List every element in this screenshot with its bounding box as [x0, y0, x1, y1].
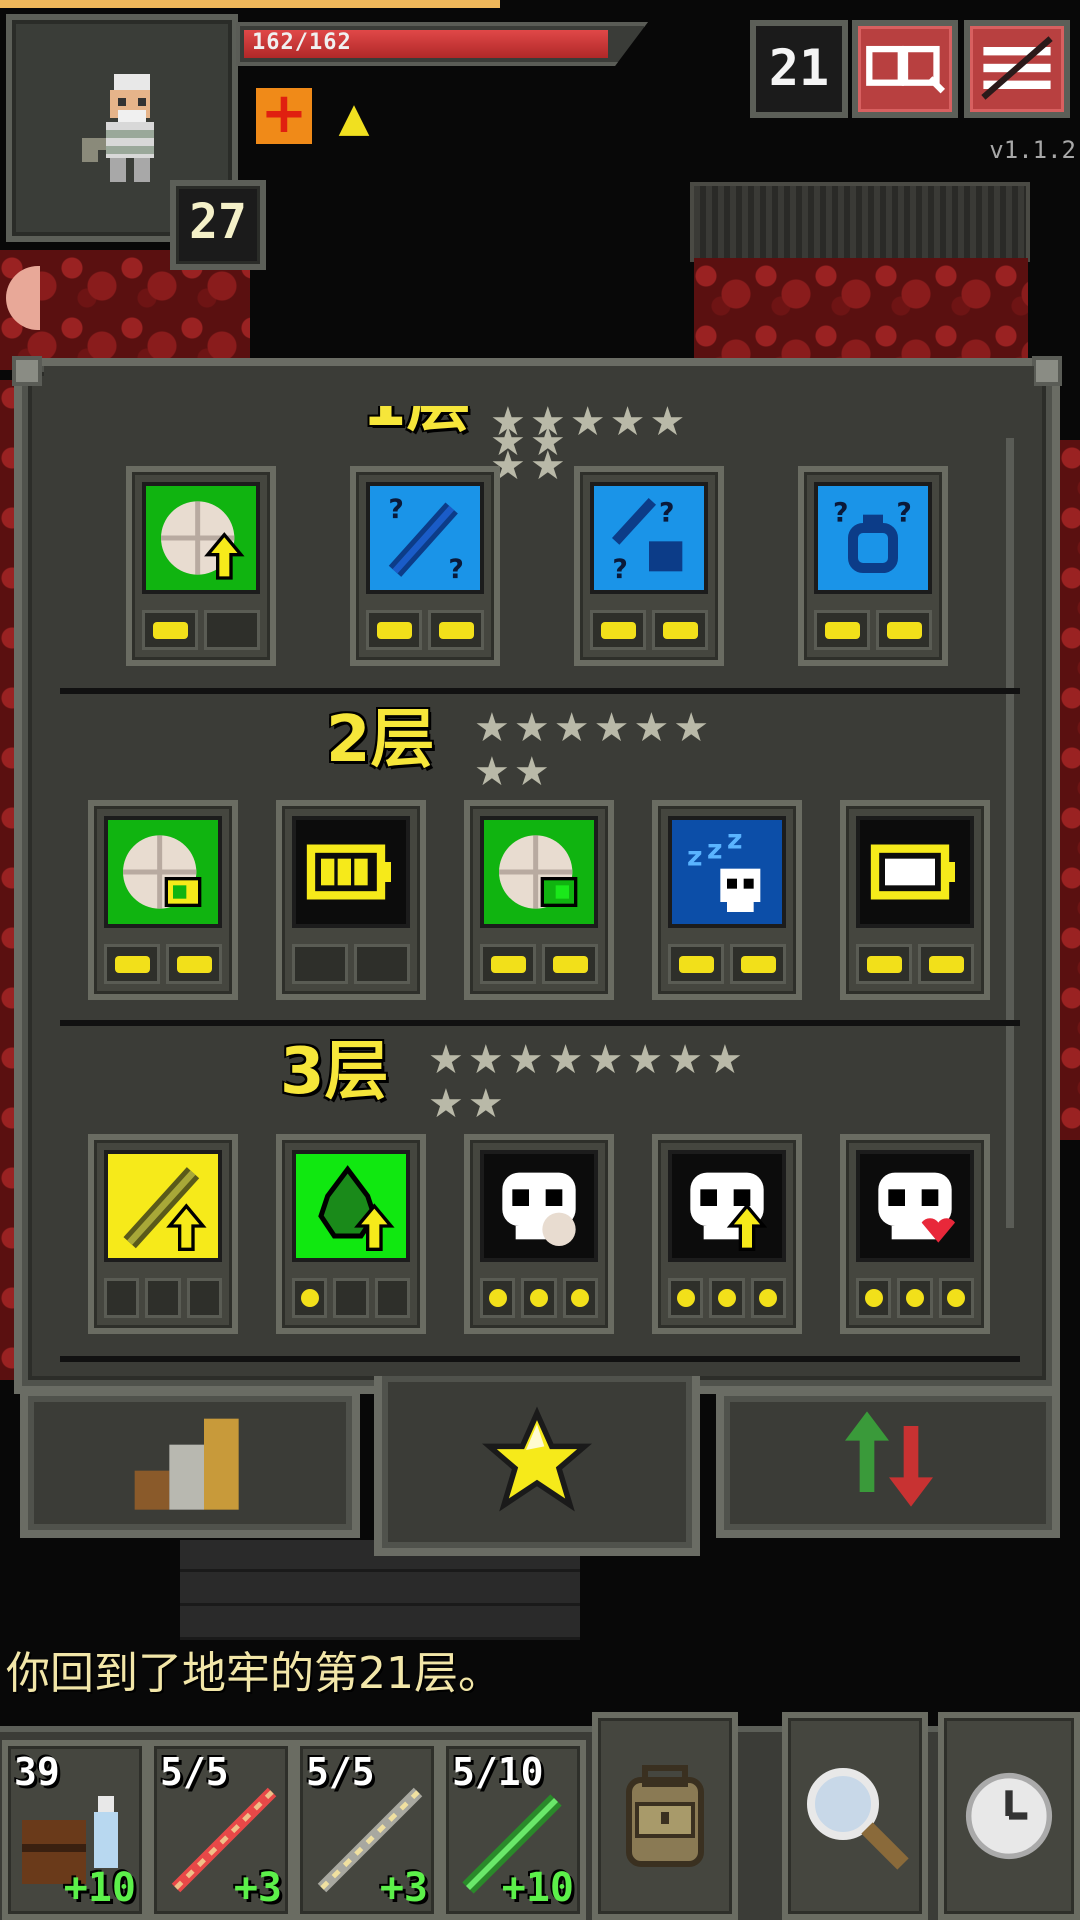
game-log-message: 你回到了地牢的第21层。: [6, 1648, 502, 1699]
health-text: 162/162: [252, 30, 352, 55]
badge-wand-identify[interactable]: ??: [350, 466, 500, 666]
floor-divider: [60, 688, 1020, 694]
backpack-icon: [626, 1765, 704, 1867]
badge-food-2[interactable]: [464, 800, 614, 1000]
search-button[interactable]: [782, 1712, 928, 1920]
wait-button[interactable]: [938, 1712, 1080, 1920]
badge-potion-upgrade[interactable]: [276, 1134, 426, 1334]
food-badge-2-icon: [480, 816, 598, 928]
svg-text:?: ?: [612, 554, 627, 585]
quickslot-3-bonus: +3: [379, 1865, 428, 1911]
badge-skull-heart[interactable]: [840, 1134, 990, 1334]
armor-identify-badge-icon: ??: [590, 482, 708, 594]
experience-progress: [0, 0, 500, 8]
skull-food-badge-icon: [480, 1150, 598, 1262]
quickslot-1[interactable]: 39 +10: [2, 1740, 148, 1920]
floor-2-stars: ★★★★★★ ★★: [474, 705, 714, 795]
health-bar: 162/162: [236, 22, 648, 66]
window-rivet: [1032, 356, 1062, 386]
svg-text:z: z: [687, 841, 703, 872]
svg-text:?: ?: [896, 497, 911, 528]
badge-battery[interactable]: [276, 800, 426, 1000]
clock-icon: [965, 1772, 1053, 1860]
badge-sleep-skull[interactable]: zzz: [652, 800, 802, 1000]
floor-divider: [60, 1356, 1020, 1362]
quickslot-2-bonus: +3: [233, 1865, 282, 1911]
badge-skull-food[interactable]: [464, 1134, 614, 1334]
stats-tab[interactable]: [20, 1388, 360, 1538]
battery-empty-badge-icon: [856, 816, 974, 928]
quickslot-4-bonus: +10: [501, 1865, 574, 1911]
lava-pool-right: [694, 258, 1028, 358]
food-badge-1-icon: [104, 816, 222, 928]
badge-armor-identify[interactable]: ??: [574, 466, 724, 666]
quickslot-2[interactable]: 5/5 +3: [148, 1740, 294, 1920]
badge-ring-identify[interactable]: ??: [798, 466, 948, 666]
ring-identify-badge-icon: ??: [814, 482, 932, 594]
hero-level: 27: [170, 180, 266, 270]
badges-scrollbar[interactable]: [1006, 438, 1014, 1228]
skull-upgrade-badge-icon: [668, 1150, 786, 1262]
quickslot-2-count: 5/5: [160, 1750, 229, 1794]
svg-text:z: z: [707, 835, 723, 866]
svg-text:?: ?: [448, 554, 463, 585]
search-icon: [807, 1768, 909, 1870]
star-icon: [482, 1406, 592, 1512]
rankings-tab[interactable]: [716, 1388, 1060, 1538]
svg-text:?: ?: [659, 497, 674, 528]
quickslot-1-count: 39: [14, 1750, 60, 1794]
quickslot-3[interactable]: 5/5 +3: [294, 1740, 440, 1920]
floor-divider: [60, 1020, 1020, 1026]
up-down-arrows-icon: [845, 1411, 933, 1507]
quickslot-4-count: 5/10: [452, 1750, 544, 1794]
menu-button[interactable]: [964, 20, 1070, 118]
wand-identify-badge-icon: ??: [366, 482, 484, 594]
wand-upgrade-badge-icon: [104, 1150, 222, 1262]
floor-title-3: 3层: [280, 1035, 389, 1109]
explore-badge-icon: [142, 482, 260, 594]
hero-sprite-icon: [82, 74, 154, 182]
battery-badge-icon: [292, 816, 410, 928]
lava-strip-right: [1060, 440, 1080, 1140]
badges-tab[interactable]: [374, 1376, 700, 1556]
svg-text:?: ?: [833, 497, 848, 528]
lava-strip-left: [0, 380, 14, 1380]
stats-chart-icon: [134, 1418, 239, 1510]
depth-indicator[interactable]: 21: [750, 20, 848, 118]
quickslot-4[interactable]: 5/10 +10: [440, 1740, 586, 1920]
badge-food-1[interactable]: [88, 800, 238, 1000]
badge-explore[interactable]: [126, 466, 276, 666]
potion-upgrade-badge-icon: [292, 1150, 410, 1262]
sleep-skull-badge-icon: zzz: [668, 816, 786, 928]
backpack-button[interactable]: [592, 1712, 738, 1920]
skull-heart-badge-icon: [856, 1150, 974, 1262]
svg-text:?: ?: [388, 494, 403, 525]
svg-text:z: z: [727, 825, 743, 856]
journal-icon: [866, 45, 946, 94]
floor-title-2: 2层: [326, 703, 435, 777]
badge-battery-empty[interactable]: [840, 800, 990, 1000]
dungeon-wall-right: [690, 182, 1030, 262]
list-top-mask: [44, 366, 1034, 406]
floor-3-stars: ★★★★★★★★ ★★: [428, 1037, 747, 1127]
floor-1-stars-row2: ★★: [490, 419, 570, 465]
menu-icon: [981, 36, 1053, 100]
version-label: v1.1.2: [989, 136, 1076, 164]
journal-button[interactable]: [852, 20, 958, 118]
badge-wand-upgrade[interactable]: [88, 1134, 238, 1334]
window-rivet: [12, 356, 42, 386]
quickslot-3-count: 5/5: [306, 1750, 375, 1794]
bless-buff-icon[interactable]: ▲: [334, 98, 374, 138]
quickslot-1-bonus: +10: [63, 1865, 136, 1911]
badge-skull-upgrade[interactable]: [652, 1134, 802, 1334]
healing-buff-icon[interactable]: +: [256, 86, 312, 144]
